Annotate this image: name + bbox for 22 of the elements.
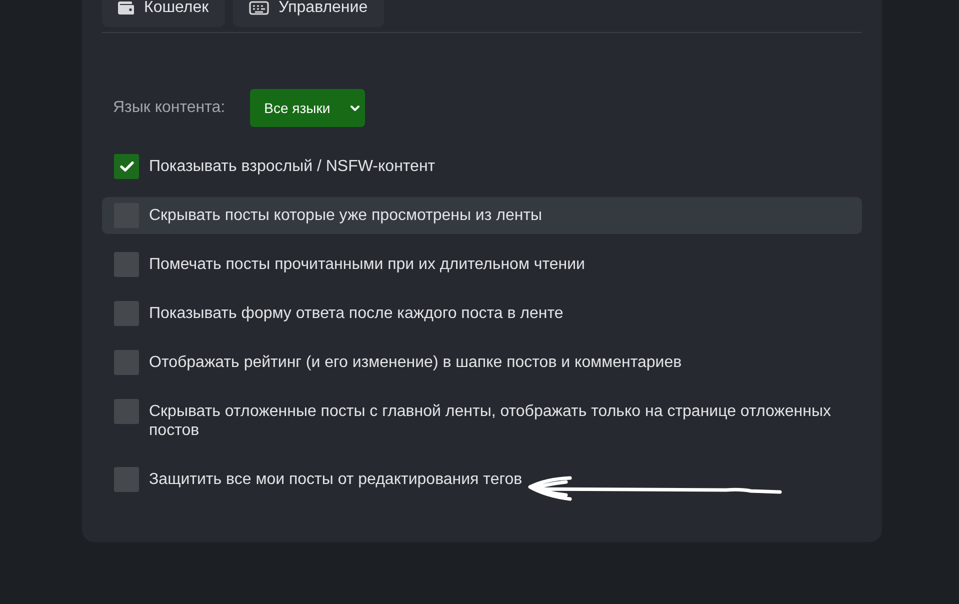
wallet-icon: [118, 1, 134, 15]
option-label: Показывать форму ответа после каждого поста в ленте: [149, 304, 564, 324]
content-language-label: Язык контента:: [113, 99, 226, 117]
checkbox[interactable]: [114, 154, 139, 179]
checkbox[interactable]: [114, 467, 139, 492]
chevron-icon: [350, 104, 360, 112]
option-label: Показывать взрослый / NSFW-контент: [149, 157, 436, 177]
checkbox[interactable]: [114, 399, 139, 424]
language-select[interactable]: Все языки: [250, 89, 366, 127]
option-label: Отображать рейтинг (и его изменение) в шапке постов и комментариев: [149, 353, 682, 373]
highlighted-option-row[interactable]: Скрывать посты которые уже просмотрены из ленты: [102, 197, 862, 234]
option-label: Защитить все мои посты от редактирования тегов: [149, 470, 522, 490]
nav-button[interactable]: Кошелек: [102, 0, 225, 27]
nav-button[interactable]: Управление: [232, 0, 384, 27]
checkbox[interactable]: [114, 252, 139, 277]
option-label: Помечать посты прочитанными при их длительном чтении: [149, 255, 585, 275]
option-label: Скрывать отложенные посты с главной ленты, отображать только на странице отложенных постов: [149, 402, 832, 441]
keyboard-icon: [248, 1, 269, 15]
checkmark-icon: [120, 161, 134, 172]
checkbox[interactable]: [114, 350, 139, 375]
option-label: Скрывать посты которые уже просмотрены из ленты: [149, 206, 542, 226]
checkbox[interactable]: [114, 301, 139, 326]
